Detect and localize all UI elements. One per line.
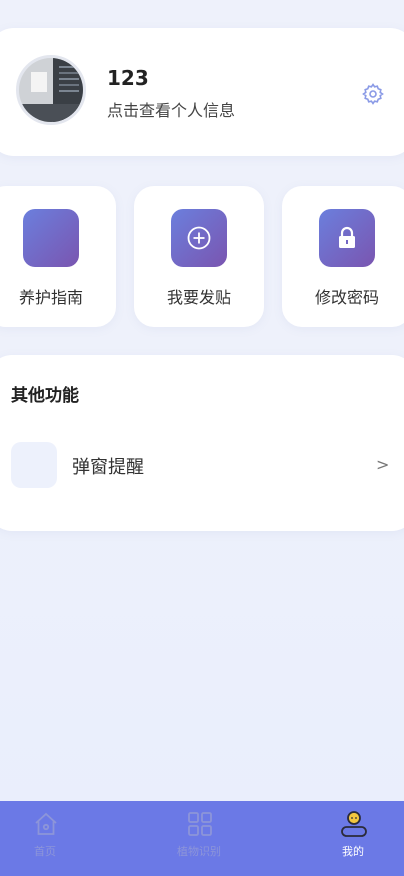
- profile-subtitle[interactable]: 点击查看个人信息: [107, 97, 235, 121]
- popup-reminder-icon: [11, 442, 57, 488]
- tab-home[interactable]: 首页: [0, 801, 100, 876]
- gear-icon[interactable]: [361, 82, 385, 106]
- action-label: 我要发贴: [166, 288, 231, 307]
- tab-mine[interactable]: 我的: [298, 801, 404, 876]
- care-guide-icon: [23, 209, 79, 267]
- plus-circle-icon: [171, 209, 227, 267]
- action-change-password[interactable]: 修改密码: [282, 186, 404, 327]
- action-label: 修改密码: [314, 288, 379, 307]
- home-icon: [32, 810, 60, 838]
- user-icon: [340, 810, 368, 838]
- popup-reminder-label[interactable]: 弹窗提醒: [72, 453, 144, 479]
- grid-icon: [186, 810, 214, 838]
- action-new-post[interactable]: 我要发贴: [134, 186, 264, 327]
- tab-label: 植物识别: [177, 845, 221, 858]
- bottom-tabbar: 首页 植物识别 我的: [0, 801, 404, 876]
- tab-plant-identify[interactable]: 植物识别: [144, 801, 254, 876]
- lock-icon: [319, 209, 375, 267]
- action-label: 养护指南: [18, 288, 83, 307]
- avatar[interactable]: [16, 55, 86, 125]
- chevron-right-icon[interactable]: >: [376, 455, 389, 474]
- action-care-guide[interactable]: 养护指南: [0, 186, 116, 327]
- section-title: 其他功能: [11, 386, 79, 406]
- tab-label: 首页: [34, 845, 56, 858]
- tab-label: 我的: [342, 845, 364, 858]
- username: 123: [107, 66, 149, 90]
